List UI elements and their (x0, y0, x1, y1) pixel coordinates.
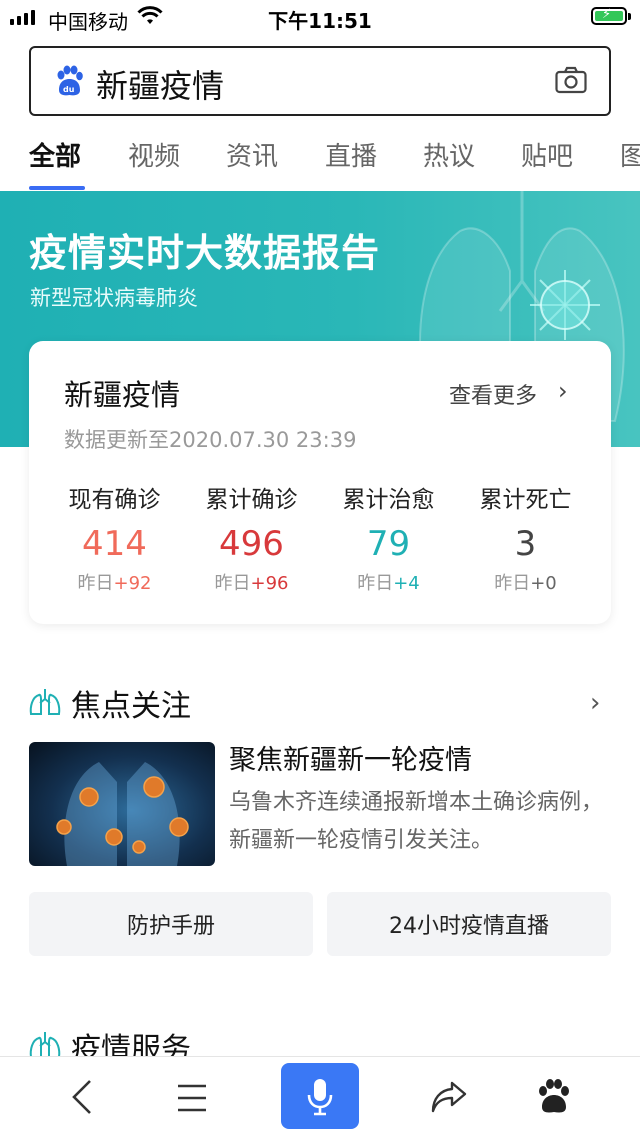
banner-subtitle: 新型冠状病毒肺炎 (30, 286, 198, 310)
live-broadcast-button[interactable]: 24小时疫情直播 (327, 892, 611, 956)
stat-label-recovered: 累计治愈 (342, 487, 435, 513)
microphone-icon (307, 1079, 333, 1116)
protection-guide-button[interactable]: 防护手册 (29, 892, 313, 956)
tab-bar: 全部 视频 资讯 直播 热议 贴吧 图 (0, 136, 640, 186)
stat-delta-total: 昨日+96 (214, 573, 289, 594)
stat-value-total: 496 (219, 524, 284, 564)
clock: 下午11:51 (268, 9, 372, 33)
camera-icon[interactable] (555, 66, 587, 94)
banner-title: 疫情实时大数据报告 (29, 231, 381, 275)
stat-label-current: 现有确诊 (68, 487, 161, 513)
stat-label-total: 累计确诊 (205, 487, 298, 513)
stat-value-current: 414 (82, 524, 147, 564)
svg-text:du: du (63, 85, 75, 94)
stat-label-deaths: 累计死亡 (479, 487, 572, 513)
update-timestamp: 数据更新至2020.07.30 23:39 (64, 428, 357, 452)
stat-delta-deaths: 昨日+0 (494, 573, 557, 594)
chevron-right-icon[interactable]: › (590, 688, 600, 718)
tab-tieba[interactable]: 贴吧 (521, 136, 573, 173)
news-thumbnail[interactable] (29, 742, 215, 866)
chevron-right-icon[interactable]: › (558, 377, 568, 405)
voice-search-button[interactable] (281, 1063, 359, 1129)
view-more-link[interactable]: 查看更多 (449, 378, 537, 410)
tab-all[interactable]: 全部 (29, 136, 81, 173)
tab-discussion[interactable]: 热议 (423, 136, 475, 173)
share-icon[interactable] (430, 1079, 468, 1119)
stat-delta-current: 昨日+92 (77, 573, 152, 594)
tab-video[interactable]: 视频 (128, 136, 180, 173)
search-box[interactable]: du 新疆疫情 (29, 46, 611, 116)
baidu-paw-icon: du (53, 65, 85, 97)
back-icon[interactable] (68, 1077, 96, 1121)
stat-value-recovered: 79 (366, 524, 411, 564)
tab-news[interactable]: 资讯 (226, 136, 278, 173)
tab-live[interactable]: 直播 (325, 136, 377, 173)
status-bar: 中国移动 下午11:51 ⚡ (0, 0, 640, 34)
menu-icon[interactable] (176, 1083, 208, 1117)
stat-value-deaths: 3 (514, 524, 537, 564)
news-title[interactable]: 聚焦新疆新一轮疫情 (229, 738, 472, 777)
stat-delta-recovered: 昨日+4 (357, 573, 420, 594)
news-description[interactable]: 乌鲁木齐连续通报新增本土确诊病例，新疆新一轮疫情引发关注。 (229, 784, 609, 860)
search-input[interactable]: 新疆疫情 (96, 61, 224, 107)
active-tab-indicator (29, 186, 85, 190)
virus-icon (520, 260, 610, 350)
tab-images[interactable]: 图 (620, 136, 640, 173)
lungs-icon (28, 687, 62, 717)
card-title: 新疆疫情 (64, 378, 181, 412)
baidu-paw-icon[interactable] (536, 1079, 572, 1119)
battery-icon: ⚡ (591, 7, 631, 25)
focus-section-title: 焦点关注 (71, 689, 191, 724)
